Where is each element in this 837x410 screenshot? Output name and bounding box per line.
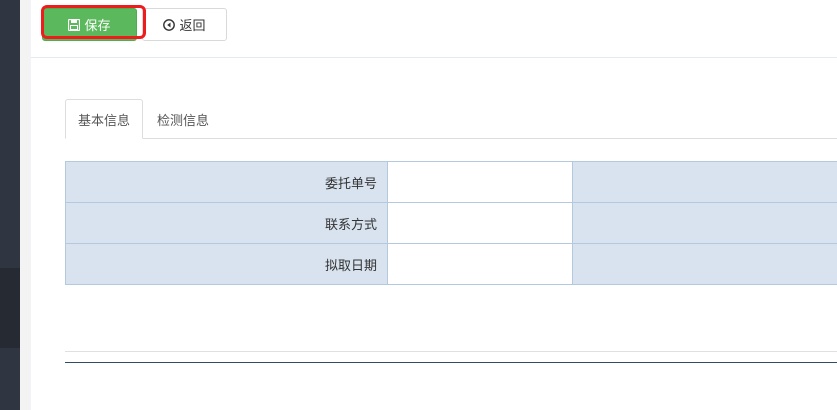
divider: [65, 362, 837, 363]
table-row: 委托单号 委: [65, 161, 837, 203]
table-row: 拟取日期: [65, 243, 837, 285]
left-sidebar: [0, 0, 20, 410]
divider: [65, 351, 837, 352]
tab-basic-info[interactable]: 基本信息: [65, 99, 143, 139]
circle-arrow-left-icon: [163, 18, 176, 31]
field-value-input[interactable]: [387, 202, 573, 244]
field-label: 拟取日期: [65, 243, 388, 285]
field-value-input[interactable]: [387, 243, 573, 285]
tab-label: 基本信息: [77, 113, 130, 129]
toolbar: 保存 返回: [31, 0, 837, 58]
field-label: 单: [572, 202, 837, 244]
content-gutter: [20, 0, 31, 410]
table-row: 联系方式 单: [65, 202, 837, 244]
save-button[interactable]: 保存: [42, 8, 137, 41]
form-table: 委托单号 委 联系方式 单 拟取日期: [65, 161, 837, 285]
field-label: 联系方式: [65, 202, 388, 244]
tab-bar: 基本信息 检测信息: [65, 99, 837, 139]
field-value-input[interactable]: [387, 161, 573, 203]
field-label: [572, 243, 837, 285]
save-button-label: 保存: [84, 19, 111, 34]
tab-label: 检测信息: [156, 113, 209, 129]
floppy-disk-icon: [68, 18, 81, 31]
field-label: 委: [572, 161, 837, 203]
back-button-label: 返回: [179, 19, 206, 34]
sidebar-active-block: [0, 268, 20, 348]
back-button[interactable]: 返回: [142, 8, 227, 41]
field-label: 委托单号: [65, 161, 388, 203]
tab-test-info[interactable]: 检测信息: [143, 99, 223, 139]
